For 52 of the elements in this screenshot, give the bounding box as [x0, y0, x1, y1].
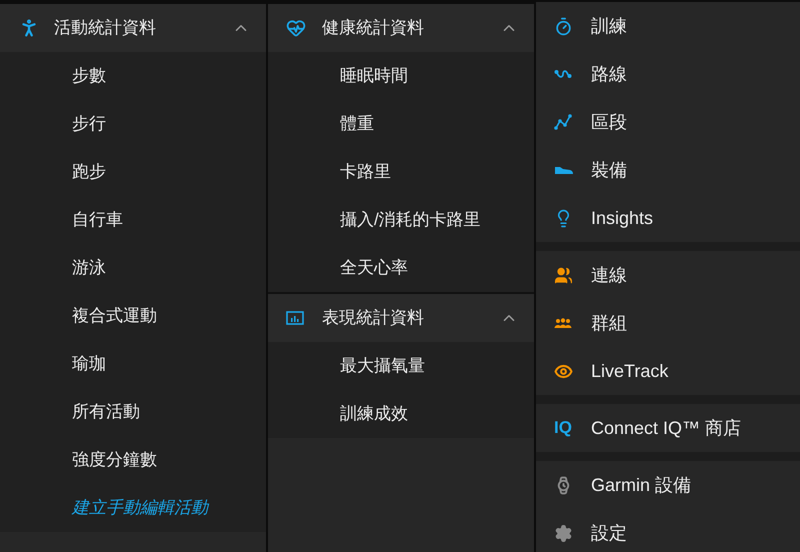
iq-logo-icon: IQ — [554, 415, 572, 441]
nav-label: 連線 — [591, 264, 627, 286]
menu-item[interactable]: 訓練成效 — [340, 401, 408, 427]
nav-item[interactable]: Garmin 設備 — [536, 461, 800, 509]
route-icon — [554, 68, 572, 80]
shoe-icon — [554, 165, 574, 175]
nav-item[interactable]: 區段 — [536, 98, 800, 146]
menu-item[interactable]: 跑步 — [72, 159, 106, 185]
nav-item[interactable]: 路線 — [536, 50, 800, 98]
nav-label: LiveTrack — [591, 360, 668, 382]
nav-item[interactable]: IQ Connect IQ™ 商店 — [536, 404, 800, 452]
bar-chart-icon — [286, 311, 304, 325]
menu-item[interactable]: 瑜珈 — [72, 351, 106, 377]
section-title: 表現統計資料 — [322, 307, 425, 330]
menu-item[interactable]: 游泳 — [72, 255, 106, 281]
nav-item[interactable]: Insights — [536, 194, 800, 242]
menu-item[interactable]: 所有活動 — [72, 399, 140, 425]
menu-item[interactable]: 強度分鐘數 — [72, 447, 157, 473]
section-title: 活動統計資料 — [54, 17, 157, 40]
nav-label: 設定 — [591, 522, 627, 544]
nav-item[interactable]: 連線 — [536, 251, 800, 299]
menu-item[interactable]: 步數 — [72, 63, 106, 89]
menu-item[interactable]: 步行 — [72, 111, 106, 137]
nav-label: 區段 — [591, 110, 627, 134]
nav-label: 路線 — [591, 62, 627, 86]
people-icon — [554, 266, 573, 284]
menu-item[interactable]: 複合式運動 — [72, 303, 157, 329]
section-title: 健康統計資料 — [322, 17, 425, 40]
settings-icon — [554, 524, 573, 542]
nav-item[interactable]: 群組 — [536, 299, 800, 347]
stopwatch-icon — [554, 16, 573, 36]
nav-label: 裝備 — [591, 158, 627, 182]
menu-item[interactable]: 自行車 — [72, 207, 123, 233]
menu-item[interactable]: 睡眠時間 — [340, 63, 408, 89]
nav-item[interactable]: LiveTrack — [536, 347, 800, 395]
nav-label: Insights — [591, 206, 654, 230]
menu-item[interactable]: 全天心率 — [340, 255, 408, 281]
nav-item[interactable]: 設定 — [536, 509, 800, 552]
group-icon — [554, 318, 572, 328]
line-graph-icon — [554, 114, 572, 130]
menu-item[interactable]: 最大攝氧量 — [340, 353, 425, 379]
heart-pulse-icon — [286, 18, 306, 38]
menu-item[interactable]: 卡路里 — [340, 159, 391, 185]
nav-label: 群組 — [591, 312, 627, 334]
nav-item[interactable]: 裝備 — [536, 146, 800, 194]
nav-item[interactable]: 訓練 — [536, 2, 800, 50]
menu-item[interactable]: 攝入/消耗的卡路里 — [340, 207, 481, 233]
create-activity-link[interactable]: 建立手動編輯活動 — [72, 495, 208, 521]
menu-item[interactable]: 體重 — [340, 111, 374, 137]
nav-label: Connect IQ™ 商店 — [591, 416, 742, 440]
nav-label: Garmin 設備 — [591, 474, 692, 496]
nav-label: 訓練 — [591, 14, 627, 38]
